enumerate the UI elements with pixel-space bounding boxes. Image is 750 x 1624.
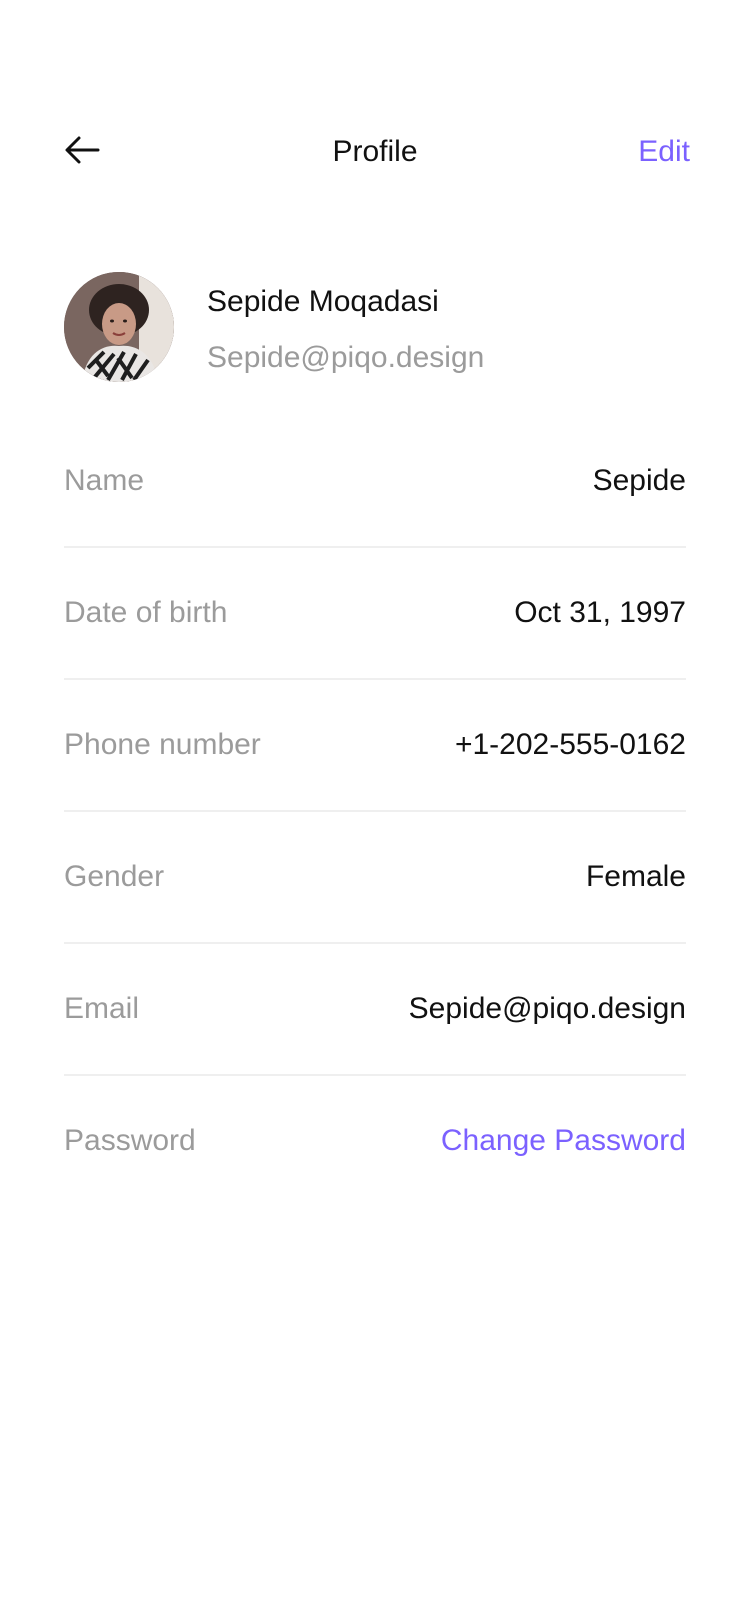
field-row-phone-number: Phone number +1-202-555-0162 <box>64 680 686 812</box>
user-email: Sepide@piqo.design <box>207 341 485 374</box>
avatar[interactable] <box>64 272 174 382</box>
change-password-link[interactable]: Change Password <box>441 1123 686 1159</box>
edit-button[interactable]: Edit <box>638 134 690 170</box>
field-row-gender: Gender Female <box>64 812 686 944</box>
field-label: Name <box>64 464 145 497</box>
field-row-name: Name Sepide <box>64 416 686 548</box>
field-row-password: Password Change Password <box>64 1076 686 1208</box>
field-value: +1-202-555-0162 <box>454 728 686 761</box>
field-value: Sepide <box>592 464 686 497</box>
field-row-date-of-birth: Date of birth Oct 31, 1997 <box>64 548 686 680</box>
field-label: Email <box>64 992 140 1025</box>
field-label: Phone number <box>64 728 261 761</box>
top-bar: Profile Edit <box>0 118 750 188</box>
profile-summary: Sepide Moqadasi Sepide@piqo.design <box>64 272 686 384</box>
field-value: Sepide@piqo.design <box>408 992 686 1025</box>
user-name: Sepide Moqadasi <box>207 285 439 318</box>
field-value: Female <box>585 860 686 893</box>
profile-fields: Name Sepide Date of birth Oct 31, 1997 P… <box>64 416 686 1208</box>
field-label: Gender <box>64 860 165 893</box>
field-row-email: Email Sepide@piqo.design <box>64 944 686 1076</box>
field-label: Password <box>64 1124 196 1157</box>
field-label: Date of birth <box>64 596 228 629</box>
field-value: Oct 31, 1997 <box>514 596 686 629</box>
avatar-photo <box>64 272 174 382</box>
